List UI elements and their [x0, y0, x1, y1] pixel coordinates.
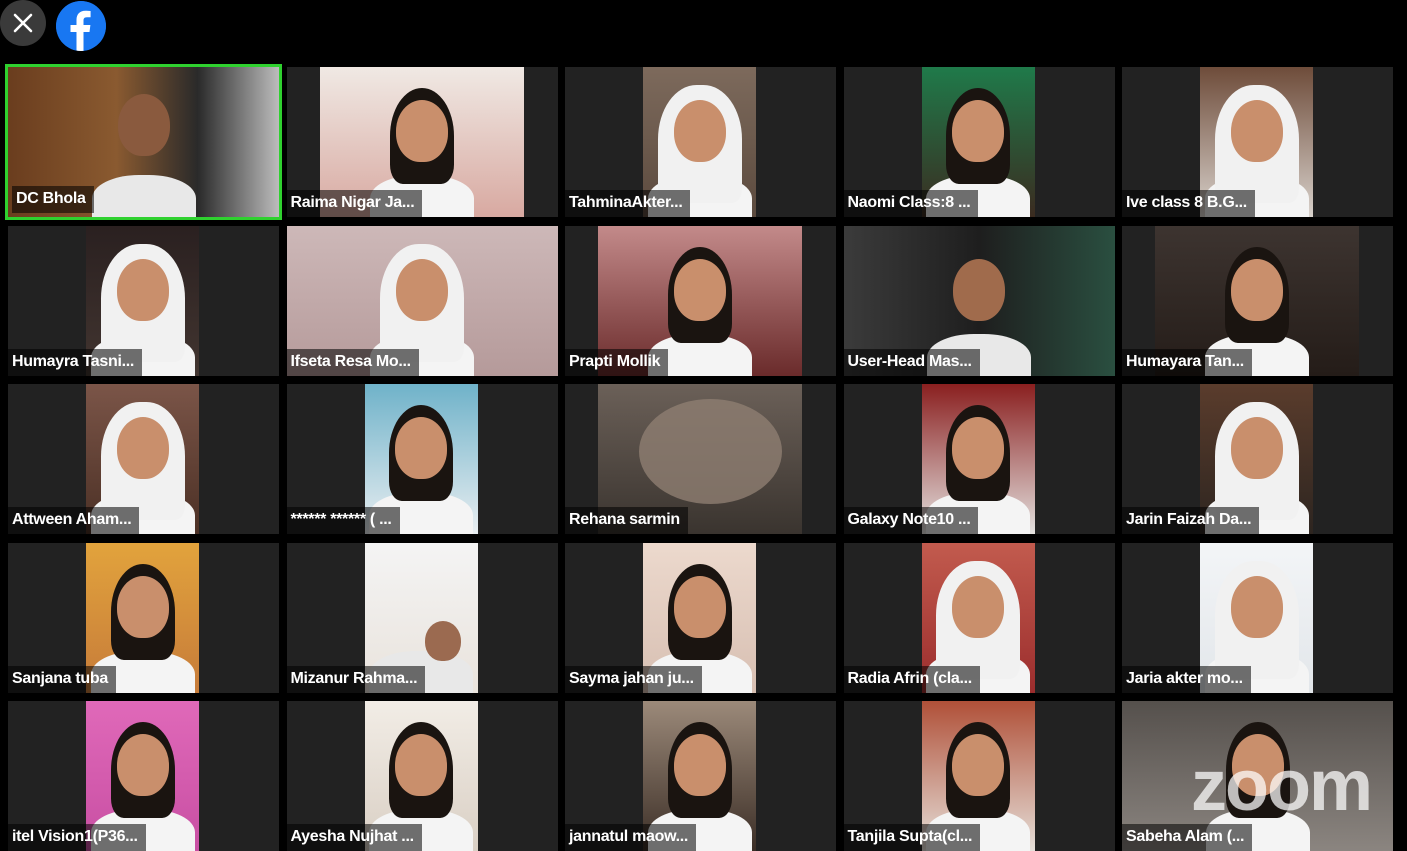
participant-tile[interactable]: Radia Afrin (cla...	[843, 542, 1115, 693]
participant-name: Jarin Faizah Da...	[1122, 507, 1260, 534]
participant-tile[interactable]: Naomi Class:8 ...	[843, 67, 1115, 217]
participant-tile-active-speaker[interactable]: DC Bhola	[5, 64, 282, 220]
participant-name: Humayra Tasni...	[8, 348, 143, 376]
participant-name: Prapti Mollik	[565, 348, 669, 376]
close-button[interactable]	[0, 0, 46, 46]
participant-name: Ive class 8 B.G...	[1122, 190, 1255, 217]
participant-tile[interactable]: Raima Nigar Ja...	[286, 67, 558, 217]
participant-name: ****** ****** ( ...	[286, 507, 400, 534]
participant-name: Sabeha Alam (...	[1122, 824, 1253, 851]
participant-name: Naomi Class:8 ...	[843, 190, 979, 217]
facebook-button[interactable]	[56, 1, 106, 51]
top-bar	[0, 0, 1407, 58]
participant-tile[interactable]: Jarin Faizah Da...	[1122, 384, 1393, 534]
participant-tile[interactable]: Galaxy Note10 ...	[843, 384, 1115, 534]
participant-tile[interactable]: Ive class 8 B.G...	[1122, 67, 1393, 217]
participant-name: DC Bhola	[12, 186, 94, 213]
participant-tile[interactable]: Sayma jahan ju...	[565, 542, 836, 693]
participant-name: User-Head Mas...	[843, 348, 980, 376]
participant-tile[interactable]: Humayra Tasni...	[8, 225, 279, 376]
participant-name: Galaxy Note10 ...	[843, 507, 979, 534]
participant-tile[interactable]: Prapti Mollik	[565, 225, 836, 376]
participant-name: Attween Aham...	[8, 507, 140, 534]
facebook-icon	[56, 1, 106, 51]
participant-tile[interactable]: TahminaAkter...	[565, 67, 836, 217]
participant-name: TahminaAkter...	[565, 190, 691, 217]
participant-tile[interactable]: ****** ****** ( ...	[286, 384, 558, 534]
participant-tile[interactable]: Ayesha Nujhat ...	[286, 701, 558, 851]
participant-tile[interactable]: itel Vision1(P36...	[8, 701, 279, 851]
participant-name: Ifseta Resa Mo...	[286, 348, 419, 376]
participant-tile[interactable]: Rehana sarmin	[565, 384, 836, 534]
participant-tile[interactable]: Ifseta Resa Mo...	[286, 225, 558, 376]
participant-name: Ayesha Nujhat ...	[286, 824, 422, 851]
participant-tile[interactable]: Tanjila Supta(cl...	[843, 701, 1115, 851]
participant-tile[interactable]: Sabeha Alam (... zoom	[1122, 701, 1393, 851]
participant-tile[interactable]: jannatul maow...	[565, 701, 836, 851]
participant-name: jannatul maow...	[565, 824, 697, 851]
participant-tile[interactable]: Humayara Tan...	[1122, 225, 1393, 376]
participant-name: Rehana sarmin	[565, 507, 688, 534]
participant-name: itel Vision1(P36...	[8, 824, 146, 851]
participant-name: Sayma jahan ju...	[565, 665, 702, 693]
participant-name: Mizanur Rahma...	[286, 665, 426, 693]
participant-name: Tanjila Supta(cl...	[843, 824, 981, 851]
participant-name: Sanjana tuba	[8, 665, 116, 693]
participant-tile[interactable]: Sanjana tuba	[8, 542, 279, 693]
participant-tile[interactable]: Attween Aham...	[8, 384, 279, 534]
participant-tile[interactable]: Mizanur Rahma...	[286, 542, 558, 693]
zoom-watermark: zoom	[1191, 746, 1373, 826]
participant-grid: DC Bhola Raima Nigar Ja... TahminaAkter...…	[5, 64, 1393, 851]
participant-name: Raima Nigar Ja...	[286, 190, 423, 217]
close-icon	[13, 13, 33, 33]
participant-tile[interactable]: Jaria akter mo...	[1122, 542, 1393, 693]
participant-tile[interactable]: User-Head Mas...	[843, 225, 1115, 376]
participant-name: Humayara Tan...	[1122, 348, 1252, 376]
participant-name: Radia Afrin (cla...	[843, 665, 980, 693]
participant-name: Jaria akter mo...	[1122, 665, 1251, 693]
